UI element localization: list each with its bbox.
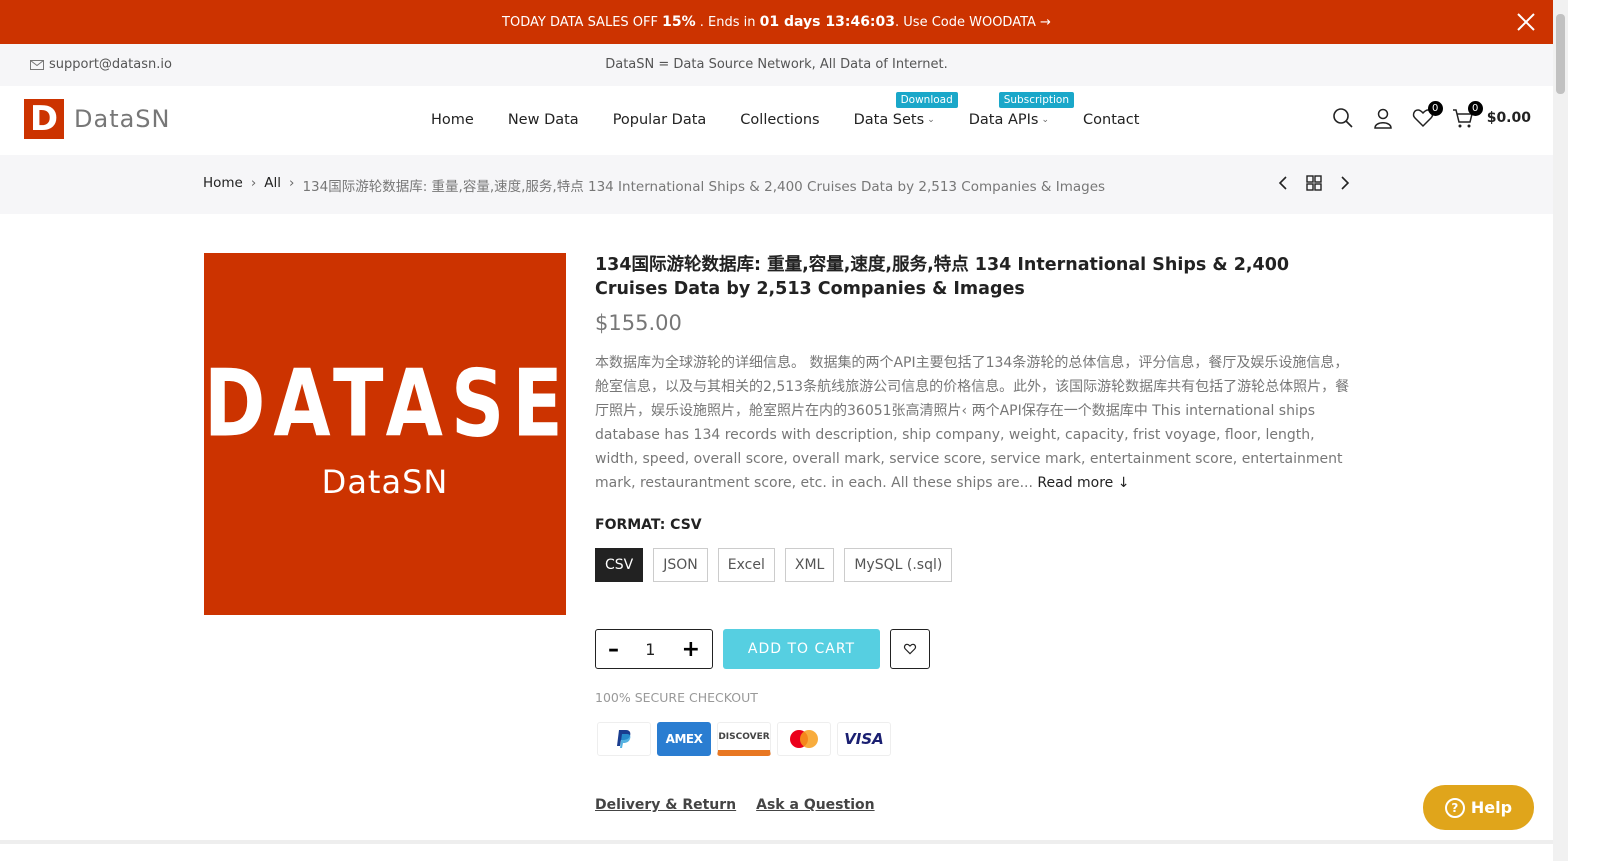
help-label: Help	[1470, 798, 1513, 817]
amex-icon: AMEX	[657, 722, 711, 756]
nav-collections-label: Collections	[740, 112, 820, 128]
product-info: 134国际游轮数据库: 重量,容量,速度,服务,特点 134 Internati…	[595, 253, 1355, 582]
breadcrumb-all[interactable]: All	[264, 175, 281, 195]
format-option-excel[interactable]: Excel	[717, 548, 775, 582]
decrease-quantity-button[interactable]: –	[608, 637, 619, 662]
promo-countdown: 01 days 13:46:03	[759, 14, 896, 30]
top-bar: support@datasn.io DataSN = Data Source N…	[0, 44, 1553, 86]
chevron-right-icon: ›	[250, 175, 257, 191]
quantity-stepper: – 1 +	[595, 629, 713, 669]
read-more-link[interactable]: Read more ↓	[1037, 475, 1129, 491]
breadcrumb-current: 134国际游轮数据库: 重量,容量,速度,服务,特点 134 Internati…	[302, 179, 1106, 195]
logo[interactable]: D DataSN	[24, 99, 171, 139]
nav-data-sets[interactable]: Download Data Sets ⌄	[853, 92, 958, 128]
close-icon[interactable]	[1515, 11, 1537, 33]
wishlist-button[interactable]: 0	[1411, 101, 1443, 130]
grid-icon[interactable]	[1306, 175, 1322, 191]
format-option-csv[interactable]: CSV	[595, 548, 644, 582]
product-description-text: 本数据库为全球游轮的详细信息。 数据集的两个API主要包括了134条游轮的总体信…	[595, 355, 1350, 491]
product-image-brand: DataSN	[321, 463, 449, 501]
nav-home[interactable]: Home	[431, 112, 474, 128]
product-price: $155.00	[595, 311, 682, 335]
product-image-title: DATASET	[204, 350, 630, 458]
visa-icon: VISA	[837, 722, 891, 756]
scrollbar-thumb[interactable]	[1556, 14, 1565, 94]
discover-icon: DISCOVER	[717, 722, 771, 756]
chevron-left-icon[interactable]	[1276, 175, 1290, 191]
product-links: Delivery & Return Ask a Question	[595, 797, 875, 813]
cart-count: 0	[1467, 101, 1483, 116]
download-badge: Download	[895, 92, 958, 108]
logo-mark: D	[24, 99, 64, 139]
cart-button[interactable]: 0	[1451, 101, 1483, 130]
nav-popular-data-label: Popular Data	[612, 112, 707, 128]
logo-name: DataSN	[74, 105, 171, 133]
nav-contact-label: Contact	[1083, 112, 1140, 128]
quantity-input[interactable]: 1	[645, 640, 655, 659]
add-to-cart-row: – 1 + ADD TO CART	[595, 629, 930, 669]
format-option-mysql[interactable]: MySQL (.sql)	[844, 548, 953, 582]
ask-question-link[interactable]: Ask a Question	[756, 797, 874, 813]
section-divider	[0, 840, 1553, 844]
nav-home-label: Home	[431, 112, 474, 128]
header-icons: 0 0 $0.00	[1331, 101, 1531, 130]
delivery-return-link[interactable]: Delivery & Return	[595, 797, 736, 813]
product-image[interactable]: DATASET DataSN	[204, 253, 630, 615]
tagline: DataSN = Data Source Network, All Data o…	[605, 57, 948, 72]
chevron-right-icon[interactable]	[1338, 175, 1352, 191]
site-header: D DataSN Home New Data Popular Data Coll…	[0, 86, 1553, 155]
format-option-json[interactable]: JSON	[653, 548, 708, 582]
chevron-down-icon: ⌄	[1041, 115, 1050, 125]
product-navigation	[1276, 175, 1352, 191]
question-icon: ?	[1444, 797, 1465, 818]
product-title: 134国际游轮数据库: 重量,容量,速度,服务,特点 134 Internati…	[595, 255, 1290, 299]
help-button[interactable]: ? Help	[1423, 785, 1534, 830]
promo-percent: 15%	[662, 14, 696, 30]
paypal-icon	[597, 722, 651, 756]
promo-text[interactable]: TODAY DATA SALES OFF 15% . Ends in 01 da…	[502, 14, 1051, 30]
nav-data-sets-label: Data Sets	[853, 112, 925, 128]
subscription-badge: Subscription	[998, 92, 1074, 108]
secure-checkout-label: 100% SECURE CHECKOUT	[595, 690, 758, 705]
format-label: FORMAT: CSV	[595, 517, 702, 533]
user-icon[interactable]	[1371, 106, 1395, 130]
increase-quantity-button[interactable]: +	[682, 637, 700, 662]
heart-icon	[903, 643, 917, 655]
chevron-right-icon: ›	[289, 175, 295, 191]
format-options: CSV JSON Excel XML MySQL (.sql)	[595, 548, 1355, 582]
nav-new-data-label: New Data	[507, 112, 579, 128]
nav-collections[interactable]: Collections	[740, 112, 819, 128]
add-to-wishlist-button[interactable]	[890, 629, 930, 669]
breadcrumb-bar: Home › All › 134国际游轮数据库: 重量,容量,速度,服务,特点 …	[0, 155, 1553, 214]
breadcrumb: Home › All › 134国际游轮数据库: 重量,容量,速度,服务,特点 …	[203, 175, 1105, 195]
promo-mid: . Ends in	[695, 15, 760, 30]
wishlist-count: 0	[1427, 101, 1443, 116]
promo-bar: TODAY DATA SALES OFF 15% . Ends in 01 da…	[0, 0, 1553, 44]
promo-prefix: TODAY DATA SALES OFF	[502, 15, 663, 30]
nav-data-apis-label: Data APIs	[968, 112, 1039, 128]
search-icon[interactable]	[1331, 106, 1355, 130]
cart-total[interactable]: $0.00	[1487, 110, 1531, 126]
nav-data-apis[interactable]: Subscription Data APIs ⌄	[968, 92, 1074, 128]
mastercard-icon	[777, 722, 831, 756]
payment-methods: AMEX DISCOVER VISA	[597, 722, 891, 756]
nav-new-data[interactable]: New Data	[508, 112, 579, 128]
add-to-cart-button[interactable]: ADD TO CART	[723, 629, 880, 669]
format-option-xml[interactable]: XML	[784, 548, 835, 582]
scrollbar[interactable]	[1553, 0, 1568, 861]
promo-suffix: . Use Code WOODATA →	[895, 15, 1051, 30]
nav-contact[interactable]: Contact	[1083, 112, 1139, 128]
nav-popular-data[interactable]: Popular Data	[613, 112, 707, 128]
product-description: 本数据库为全球游轮的详细信息。 数据集的两个API主要包括了134条游轮的总体信…	[595, 351, 1355, 495]
breadcrumb-home[interactable]: Home	[203, 175, 243, 195]
main-nav: Home New Data Popular Data Collections D…	[431, 92, 1139, 128]
chevron-down-icon: ⌄	[927, 115, 935, 125]
